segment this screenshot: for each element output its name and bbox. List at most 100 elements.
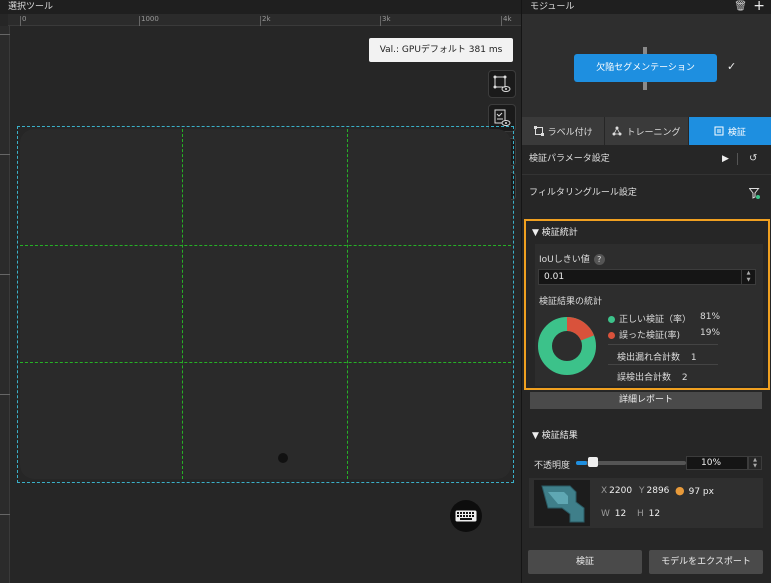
defect-height: H 12	[637, 509, 660, 519]
export-model-button[interactable]: モデルをエクスポート	[649, 550, 763, 574]
annotation-visibility-button[interactable]	[488, 70, 516, 98]
bbox-eye-icon	[493, 75, 511, 92]
bbox-icon	[533, 126, 544, 136]
ruler-tick	[380, 16, 381, 26]
grid-line	[20, 362, 511, 363]
defect-area: ● 97 px	[675, 484, 714, 497]
iou-threshold-label: IoUしきい値?	[539, 252, 605, 265]
false-count-value: 2	[681, 373, 688, 383]
opacity-label: 不透明度	[534, 461, 571, 471]
divider	[737, 153, 738, 165]
legend-wrong-value: 19%	[700, 328, 721, 338]
filter-rules-label: フィルタリングルール設定	[529, 188, 637, 198]
w-value: 12	[614, 509, 627, 519]
defect-segmentation-module[interactable]: 欠陥セグメンテーション	[574, 54, 717, 82]
vertical-ruler	[0, 26, 10, 583]
opacity-spin-buttons[interactable]: ▲ ▼	[748, 456, 762, 470]
defect-thumbnail-image	[534, 480, 590, 526]
panel-title: 選択ツール	[0, 0, 521, 14]
ruler-tick	[0, 274, 10, 275]
ruler-tick	[0, 154, 10, 155]
add-icon[interactable]: +	[753, 0, 765, 14]
divider	[522, 174, 771, 175]
validate-button[interactable]: 検証	[528, 550, 642, 574]
filter-icon[interactable]	[749, 188, 760, 199]
defect-marker[interactable]	[278, 453, 288, 463]
grid-line	[347, 129, 348, 479]
stats-title: 検証結果の統計	[539, 297, 603, 307]
results-section-header[interactable]: ▼ 検証結果	[532, 428, 578, 441]
tab-label: トレーニング	[626, 127, 681, 138]
connector-bottom	[643, 82, 647, 90]
ruler-tick	[139, 16, 140, 26]
tab-training[interactable]: トレーニング	[605, 117, 689, 145]
opacity-slider-fill	[576, 461, 587, 465]
ruler-label: 1000	[141, 15, 159, 23]
opacity-input[interactable]: 10%	[686, 456, 748, 470]
defect-thumbnail[interactable]	[534, 480, 590, 526]
inspection-image[interactable]	[20, 129, 511, 479]
y-key: Y	[639, 486, 645, 496]
x-key: X	[601, 486, 608, 496]
defect-width: W 12	[601, 509, 626, 519]
filter-rules-row[interactable]: フィルタリングルール設定	[522, 181, 771, 205]
tab-label: 検証	[727, 127, 746, 138]
iou-label-text: IoUしきい値	[539, 255, 590, 265]
legend-correct-label: 正しい検証（率）	[619, 315, 692, 325]
legend-wrong: 誤った検証(率) 19%	[608, 328, 720, 341]
tab-labeling[interactable]: ラベル付け	[522, 117, 606, 145]
grid-line	[20, 245, 511, 246]
area-icon: ●	[675, 484, 685, 497]
result-donut-chart	[538, 317, 596, 375]
iou-threshold-input[interactable]: 0.01 ▲ ▼	[538, 269, 756, 285]
area-value: 97 px	[688, 487, 714, 497]
y-value: 2896	[646, 486, 670, 496]
module-tabs: ラベル付け トレーニング 検証	[522, 117, 771, 145]
validation-stats-section: ▼ 検証統計 IoUしきい値? 0.01 ▲ ▼ 検証結果の統計 正しい検証（率）…	[524, 219, 770, 390]
spin-buttons[interactable]: ▲ ▼	[741, 270, 755, 284]
x-value: 2200	[609, 486, 633, 496]
detail-report-button[interactable]: 詳細レポート	[530, 392, 762, 409]
h-value: 12	[648, 509, 661, 519]
ruler-tick	[20, 16, 21, 26]
module-panel: モジュール 🗑 + 欠陥セグメンテーション ✓ ラベル付け トレーニング 検証 …	[521, 0, 771, 583]
false-count-label: 誤検出合計数	[617, 373, 672, 383]
defect-y: Y 2896	[639, 486, 669, 496]
legend-correct: 正しい検証（率） 81%	[608, 312, 720, 325]
missed-count-value: 1	[690, 353, 697, 363]
ruler-tick	[0, 394, 10, 395]
iou-value: 0.01	[544, 272, 565, 282]
keyboard-shortcut-button[interactable]	[450, 500, 482, 532]
divider	[608, 364, 718, 365]
tab-validation[interactable]: 検証	[688, 117, 771, 145]
divider	[608, 344, 718, 345]
legend-wrong-dot	[608, 332, 615, 339]
ruler-tick	[0, 514, 10, 515]
stats-section-header[interactable]: ▼ 検証統計	[532, 225, 578, 238]
results-header-label: 検証結果	[541, 431, 578, 441]
w-key: W	[601, 509, 610, 519]
collapse-triangle-icon: ▼	[532, 431, 539, 441]
ruler-tick	[501, 16, 502, 26]
network-icon	[612, 126, 622, 136]
trash-icon[interactable]: 🗑	[734, 0, 747, 14]
history-icon[interactable]: ↺	[749, 147, 757, 171]
validate-icon	[714, 126, 724, 136]
ruler-label: 0	[22, 15, 27, 23]
keyboard-icon	[455, 510, 477, 522]
module-flow-area: 欠陥セグメンテーション ✓	[522, 14, 771, 117]
defect-result-card[interactable]: X 2200 Y 2896 ● 97 px W 12 H 12	[529, 478, 763, 528]
stats-header-label: 検証統計	[541, 228, 578, 238]
horizontal-ruler: 0 1000 2k 3k 4k	[8, 14, 521, 26]
canvas-panel: 選択ツール 0 1000 2k 3k 4k Val.: GPUデフォルト 381…	[0, 0, 521, 583]
false-count-row: 誤検出合計数 2	[617, 370, 688, 383]
opacity-slider-thumb[interactable]	[588, 457, 598, 467]
missed-count-label: 検出漏れ合計数	[617, 353, 681, 363]
grid-line	[182, 129, 183, 479]
missed-count-row: 検出漏れ合計数 1	[617, 350, 697, 363]
validation-params-row[interactable]: 検証パラメータ設定 ▶ ↺	[522, 147, 771, 171]
help-icon[interactable]: ?	[593, 254, 605, 265]
checklist-eye-icon	[494, 109, 511, 126]
play-icon[interactable]: ▶	[722, 147, 729, 171]
check-icon: ✓	[727, 60, 737, 73]
